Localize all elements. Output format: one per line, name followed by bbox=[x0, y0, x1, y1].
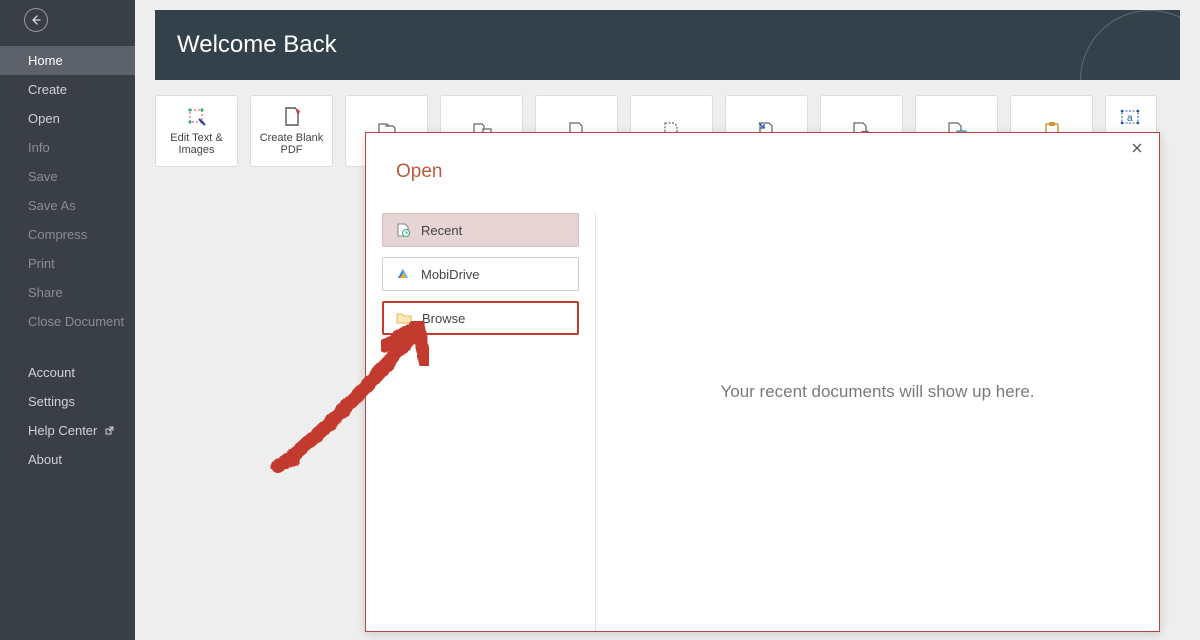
tile-edit-text-images[interactable]: Edit Text & Images bbox=[155, 95, 238, 167]
svg-text:*: * bbox=[296, 108, 301, 120]
sidebar: Home Create Open Info Save Save As Compr… bbox=[0, 0, 135, 640]
sidebar-item-compress: Compress bbox=[0, 220, 135, 249]
sidebar-item-open[interactable]: Open bbox=[0, 104, 135, 133]
sidebar-item-share: Share bbox=[0, 278, 135, 307]
mobidrive-icon bbox=[395, 266, 411, 282]
sidebar-item-account[interactable]: Account bbox=[0, 358, 135, 387]
folder-icon bbox=[396, 310, 412, 326]
arrow-left-icon bbox=[30, 14, 42, 26]
sidebar-item-home[interactable]: Home bbox=[0, 46, 135, 75]
close-button[interactable] bbox=[1127, 141, 1147, 161]
empty-state-text: Your recent documents will show up here. bbox=[720, 382, 1034, 402]
page-title: Welcome Back bbox=[177, 31, 337, 59]
header-decoration bbox=[1080, 10, 1180, 80]
edit-text-icon bbox=[186, 106, 208, 128]
help-center-label: Help Center bbox=[28, 423, 97, 438]
tile-create-blank-pdf[interactable]: * Create Blank PDF bbox=[250, 95, 333, 167]
sidebar-item-help-center[interactable]: Help Center bbox=[0, 416, 135, 445]
sidebar-item-about[interactable]: About bbox=[0, 445, 135, 474]
sidebar-item-save-as: Save As bbox=[0, 191, 135, 220]
tile-label: Create Blank PDF bbox=[253, 132, 330, 156]
sidebar-item-settings[interactable]: Settings bbox=[0, 387, 135, 416]
location-label: MobiDrive bbox=[421, 267, 480, 282]
svg-text:a: a bbox=[1127, 113, 1133, 124]
sidebar-nav: Home Create Open Info Save Save As Compr… bbox=[0, 46, 135, 474]
recent-list-empty: Your recent documents will show up here. bbox=[596, 213, 1159, 631]
recent-icon bbox=[395, 222, 411, 238]
sidebar-item-save: Save bbox=[0, 162, 135, 191]
external-link-icon bbox=[105, 426, 114, 438]
welcome-header: Welcome Back bbox=[155, 10, 1180, 80]
tile-label: Edit Text & Images bbox=[158, 132, 235, 156]
open-locations-list: Recent MobiDrive Browse bbox=[366, 213, 596, 631]
location-mobidrive[interactable]: MobiDrive bbox=[382, 257, 579, 291]
back-button[interactable] bbox=[24, 8, 48, 32]
sidebar-item-print: Print bbox=[0, 249, 135, 278]
close-icon bbox=[1131, 142, 1143, 154]
dialog-title: Open bbox=[366, 133, 1159, 183]
location-label: Recent bbox=[421, 223, 462, 238]
text-field-icon: a bbox=[1120, 106, 1142, 128]
location-recent[interactable]: Recent bbox=[382, 213, 579, 247]
open-dialog: Open Recent MobiDrive Browse Your recent… bbox=[365, 132, 1160, 632]
sidebar-item-create[interactable]: Create bbox=[0, 75, 135, 104]
location-browse[interactable]: Browse bbox=[382, 301, 579, 335]
sidebar-item-close-document: Close Document bbox=[0, 307, 135, 336]
location-label: Browse bbox=[422, 311, 465, 326]
sidebar-item-info: Info bbox=[0, 133, 135, 162]
blank-page-icon: * bbox=[281, 106, 303, 128]
